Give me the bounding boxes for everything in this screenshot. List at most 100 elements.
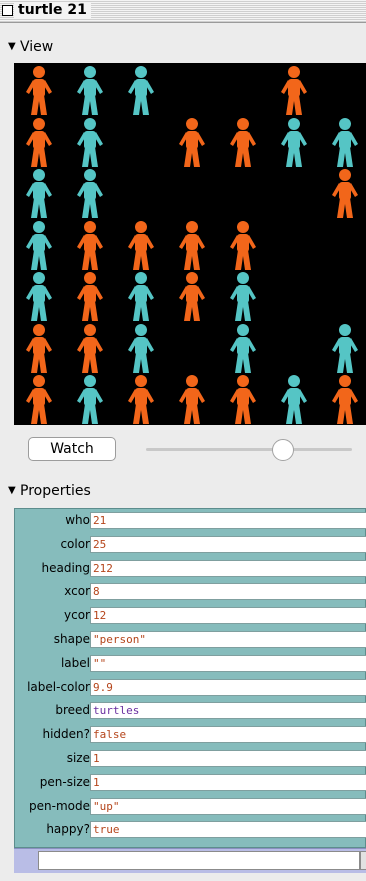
view-section-toggle[interactable]: ▼ View — [0, 36, 366, 58]
view-section-label: View — [20, 39, 54, 55]
property-value-field[interactable]: 12 — [90, 607, 366, 625]
turtle-cyan[interactable] — [73, 168, 107, 220]
person-icon — [281, 375, 307, 424]
turtle-orange[interactable] — [226, 117, 260, 169]
command-bar: ▼ — [14, 848, 366, 873]
property-value-field[interactable]: turtles — [90, 702, 366, 720]
property-label: breed — [55, 703, 90, 718]
person-icon — [128, 272, 154, 321]
turtle-cyan[interactable] — [277, 117, 311, 169]
person-icon — [128, 375, 154, 424]
turtle-orange[interactable] — [175, 374, 209, 425]
turtle-cyan[interactable] — [328, 117, 362, 169]
window-titlebar[interactable]: turtle 21 — [0, 0, 366, 23]
person-icon — [26, 169, 52, 218]
turtle-cyan[interactable] — [124, 323, 158, 375]
turtle-cyan[interactable] — [226, 323, 260, 375]
property-row: who 21 — [15, 511, 366, 530]
turtle-orange[interactable] — [175, 271, 209, 323]
person-icon — [230, 220, 256, 270]
property-label: xcor — [64, 584, 90, 599]
property-row: heading 212 — [15, 559, 366, 578]
properties-panel: who 21 color 25 heading 212 xcor 8 ycor 12 shape "p… — [14, 508, 366, 848]
turtle-orange[interactable] — [73, 323, 107, 375]
turtle-cyan[interactable] — [277, 374, 311, 425]
property-row: size 1 — [15, 749, 366, 768]
triangle-down-icon: ▼ — [8, 485, 16, 496]
person-icon — [332, 375, 358, 424]
turtle-orange[interactable] — [124, 374, 158, 425]
turtle-view[interactable] — [14, 63, 366, 425]
property-row: happy? true — [15, 820, 366, 839]
properties-section-toggle[interactable]: ▼ Properties — [0, 480, 366, 502]
turtle-orange[interactable] — [22, 117, 56, 169]
property-row: pen-size 1 — [15, 773, 366, 792]
turtle-orange[interactable] — [226, 220, 260, 272]
property-value-field[interactable]: "person" — [90, 631, 366, 648]
turtle-cyan[interactable] — [328, 323, 362, 375]
turtle-orange[interactable] — [22, 65, 56, 117]
turtle-cyan[interactable] — [226, 271, 260, 323]
turtle-cyan[interactable] — [73, 374, 107, 425]
property-value-field[interactable]: "" — [90, 654, 366, 672]
bottom-strip — [0, 873, 366, 881]
person-icon — [332, 117, 358, 167]
person-icon — [77, 272, 103, 321]
turtle-orange[interactable] — [277, 65, 311, 117]
chevron-down-icon[interactable]: ▼ — [360, 851, 366, 870]
person-icon — [179, 220, 205, 270]
property-label: hidden? — [42, 727, 90, 742]
property-value-field[interactable]: 9.9 — [90, 678, 366, 696]
turtle-orange[interactable] — [328, 374, 362, 425]
turtle-cyan[interactable] — [73, 65, 107, 117]
person-icon — [281, 117, 307, 167]
turtle-orange[interactable] — [175, 220, 209, 272]
property-value-field[interactable]: false — [90, 726, 366, 744]
property-label: label-color — [27, 679, 90, 694]
property-label: who — [65, 513, 90, 527]
person-icon — [26, 323, 52, 373]
turtle-orange[interactable] — [22, 323, 56, 375]
triangle-down-icon: ▼ — [8, 41, 16, 52]
property-row: shape "person" — [15, 630, 366, 649]
turtle-orange[interactable] — [124, 220, 158, 272]
person-icon — [77, 169, 103, 218]
property-value-field[interactable]: true — [90, 821, 366, 839]
turtle-cyan[interactable] — [124, 271, 158, 323]
turtle-cyan[interactable] — [124, 65, 158, 117]
person-icon — [77, 323, 103, 373]
property-value-field[interactable]: "up" — [90, 797, 366, 815]
zoom-slider-track[interactable] — [146, 448, 352, 451]
turtle-orange[interactable] — [226, 374, 260, 425]
turtle-cyan[interactable] — [73, 117, 107, 169]
person-icon — [332, 169, 358, 218]
property-value-field[interactable]: 212 — [90, 559, 366, 577]
close-icon[interactable] — [2, 5, 13, 16]
turtle-orange[interactable] — [73, 271, 107, 323]
person-icon — [230, 375, 256, 424]
zoom-slider-thumb[interactable] — [271, 439, 294, 461]
person-icon — [281, 66, 307, 115]
property-label: shape — [53, 632, 90, 646]
property-row: label-color 9.9 — [15, 678, 366, 697]
person-icon — [26, 66, 52, 115]
turtle-cyan[interactable] — [22, 220, 56, 272]
turtle-orange[interactable] — [73, 220, 107, 272]
property-row: ycor 12 — [15, 606, 366, 625]
turtle-cyan[interactable] — [22, 168, 56, 220]
watch-button[interactable]: Watch — [28, 437, 116, 461]
turtle-cyan[interactable] — [22, 271, 56, 323]
view-controls: Watch — [0, 425, 366, 475]
property-value-field[interactable]: 21 — [90, 512, 366, 529]
command-input[interactable] — [38, 851, 360, 870]
property-value-field[interactable]: 1 — [90, 773, 366, 791]
turtle-orange[interactable] — [175, 117, 209, 169]
property-value-field[interactable]: 8 — [90, 583, 366, 601]
turtle-orange[interactable] — [328, 168, 362, 220]
property-value-field[interactable]: 25 — [90, 535, 366, 553]
person-icon — [77, 220, 103, 270]
property-label: label — [60, 655, 90, 670]
person-icon — [26, 117, 52, 167]
property-value-field[interactable]: 1 — [90, 750, 366, 767]
turtle-orange[interactable] — [22, 374, 56, 425]
